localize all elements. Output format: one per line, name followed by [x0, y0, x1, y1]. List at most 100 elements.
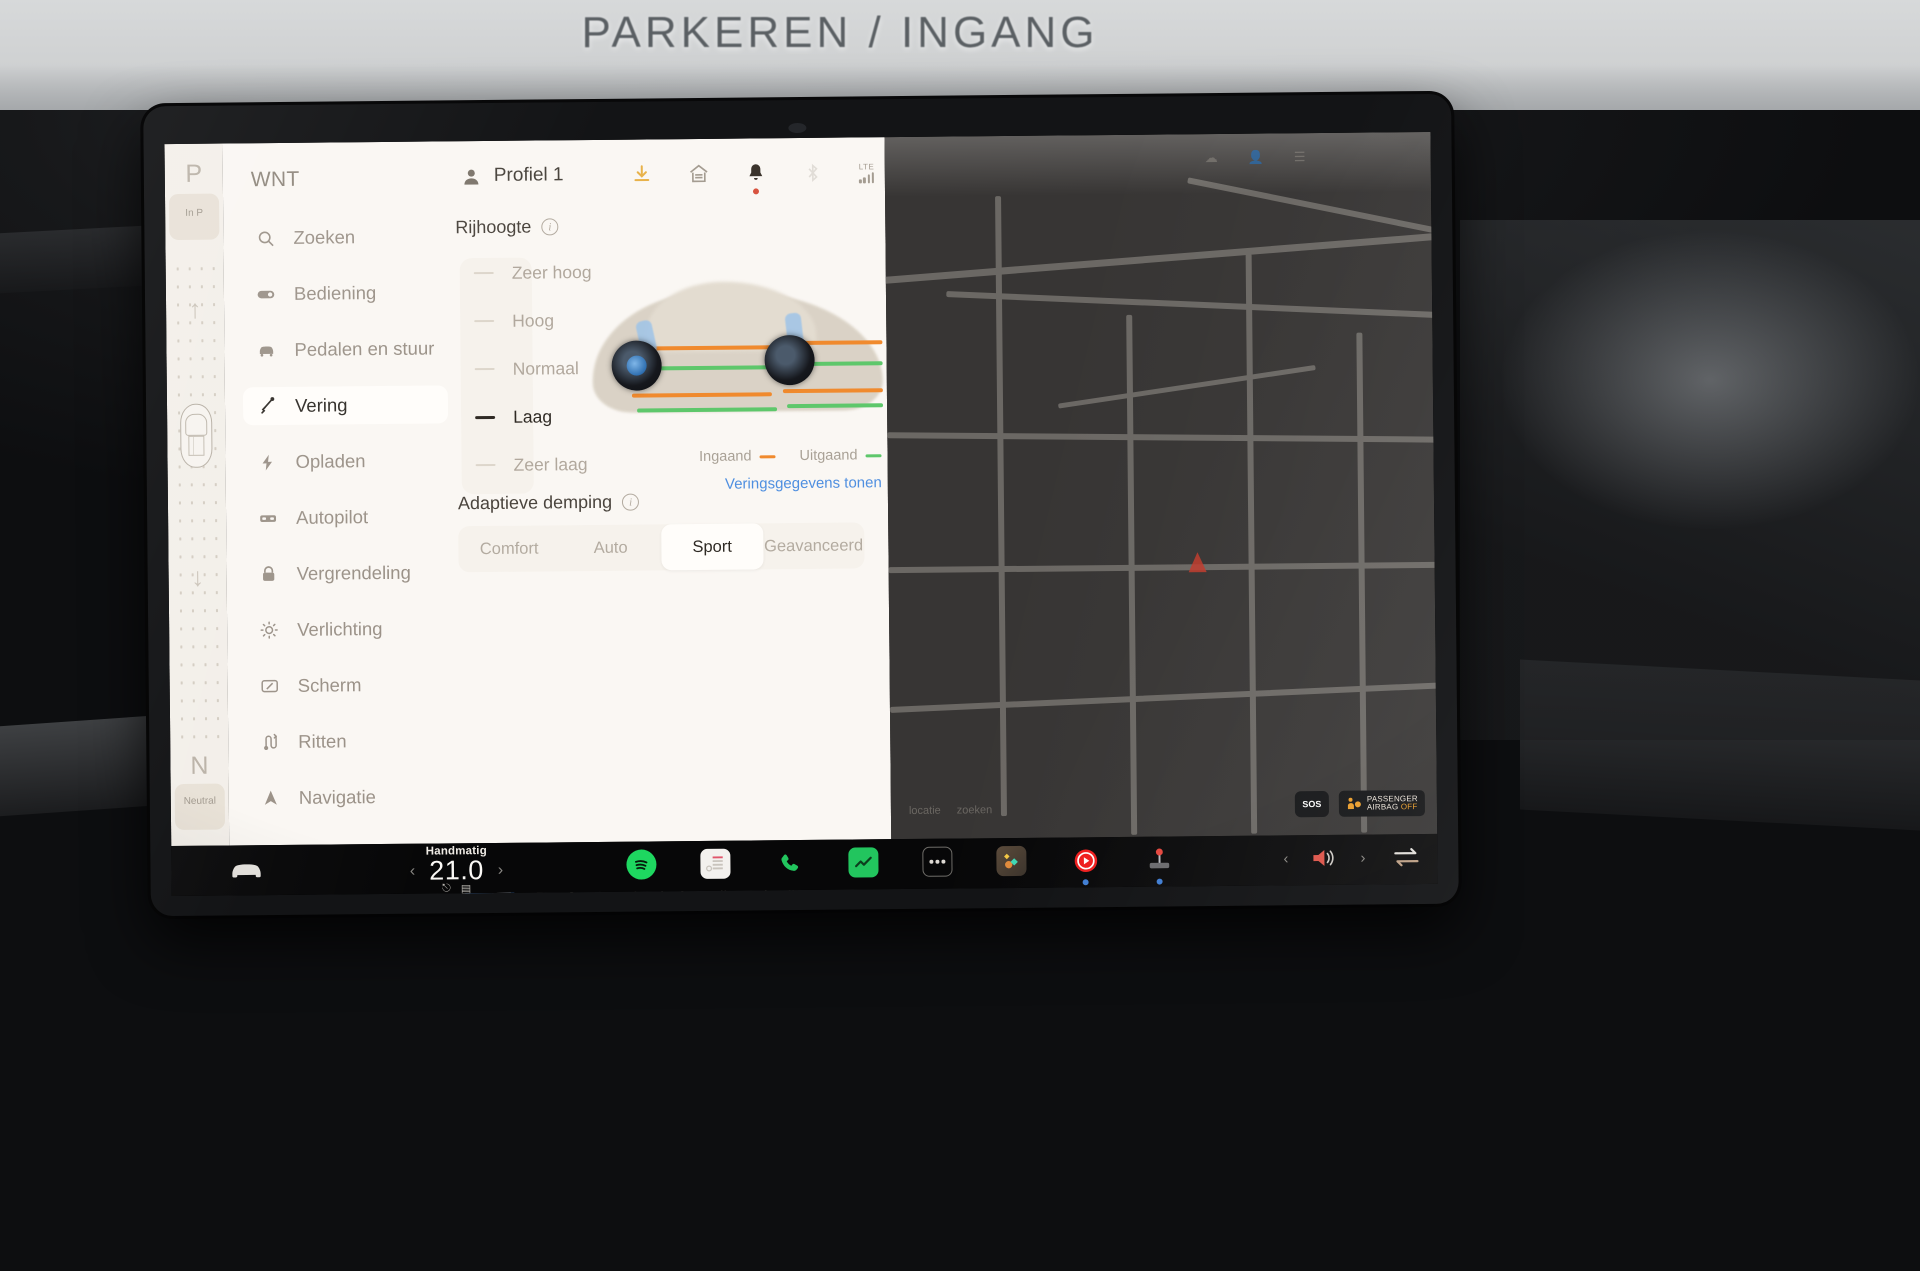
- network-type-label: LTE: [858, 161, 875, 171]
- seat-heater-icon[interactable]: ▤: [461, 882, 472, 895]
- youtube-music-app-icon[interactable]: [1070, 845, 1100, 886]
- gear-sublabel-park: In P: [185, 207, 204, 219]
- sidebar-item-autopilot[interactable]: Autopilot: [244, 497, 449, 537]
- home-icon[interactable]: [688, 163, 710, 185]
- gear-sublabel-neutral: Neutral: [183, 795, 216, 807]
- more-apps-icon[interactable]: [922, 846, 953, 877]
- speaker-icon[interactable]: [1310, 847, 1338, 869]
- tick-mark-icon: [473, 271, 494, 275]
- phone-app-icon[interactable]: [774, 848, 804, 878]
- sidebar-item-navigatie[interactable]: Navigatie: [247, 777, 452, 817]
- sos-label: SOS: [1302, 799, 1322, 810]
- damping-option-geavanceerd[interactable]: Geavanceerd: [763, 522, 865, 569]
- search-icon: [255, 228, 275, 248]
- adaptive-damping-segmented-control[interactable]: Comfort Auto Sport Geavanceerd: [458, 522, 865, 573]
- settings-sidebar[interactable]: Zoeken Bediening Pedalen en stuur Vering…: [241, 217, 452, 845]
- climate-control[interactable]: Handmatig ‹ 21.0 › ⎋ ▤: [366, 844, 546, 896]
- car-name-label: WNT: [250, 167, 300, 192]
- airbag-state: OFF: [1400, 802, 1418, 812]
- bluetooth-icon[interactable]: [802, 162, 824, 184]
- ride-height-control[interactable]: Zeer hoog Hoog Normaal Laag Zeer laag In…: [456, 242, 888, 508]
- bell-icon[interactable]: [745, 162, 767, 195]
- cellular-status: LTE: [859, 162, 875, 183]
- map-control-search[interactable]: zoeken: [957, 804, 993, 816]
- sidebar-item-vering[interactable]: Vering: [242, 385, 449, 426]
- damping-option-sport[interactable]: Sport: [661, 523, 764, 571]
- spotify-app-icon[interactable]: [626, 849, 657, 880]
- sidebar-item-label: Verlichting: [297, 618, 383, 640]
- ride-height-option-label: Normaal: [512, 357, 579, 379]
- energy-app-icon[interactable]: [848, 847, 879, 878]
- car-front-icon[interactable]: [229, 856, 263, 882]
- signal-bars-icon: [859, 171, 875, 183]
- sidebar-item-zoeken[interactable]: Zoeken: [241, 217, 446, 257]
- sidebar-item-label: Bediening: [293, 282, 377, 304]
- section-heading: Adaptieve demping: [457, 491, 613, 514]
- legend-incoming-label: Ingaand: [698, 448, 752, 465]
- joystick-app-icon[interactable]: [1144, 844, 1174, 885]
- ride-height-option-label: Hoog: [512, 309, 555, 331]
- sidebar-item-label: Opladen: [295, 450, 366, 472]
- legend-incoming: Ingaand: [699, 448, 776, 465]
- tick-mark-icon: [475, 463, 496, 467]
- volume-control[interactable]: ‹ ›: [1283, 847, 1365, 870]
- chevron-right-icon[interactable]: ›: [498, 861, 504, 879]
- map-controls[interactable]: locatie zoeken: [909, 804, 992, 817]
- chevron-left-icon[interactable]: ‹: [1283, 850, 1288, 867]
- parking-sign-text: PARKEREN / INGANG: [581, 8, 1099, 57]
- airbag-line2: AIRBAG OFF: [1366, 802, 1418, 812]
- sidebar-item-verlichting[interactable]: Verlichting: [245, 609, 450, 649]
- swap-arrows-icon[interactable]: [1391, 846, 1421, 868]
- seat-heater-icon[interactable]: ⎋: [442, 882, 451, 895]
- sidebar-item-bediening[interactable]: Bediening: [242, 273, 447, 313]
- app-active-dot: [1156, 878, 1163, 885]
- chevron-left-icon[interactable]: ‹: [410, 862, 416, 880]
- dock-right-controls[interactable]: ‹ ›: [1283, 846, 1421, 869]
- info-icon[interactable]: i: [541, 218, 559, 236]
- sidebar-item-label: Vergrendeling: [296, 561, 411, 584]
- gear-selector-dots: [171, 259, 223, 741]
- legend-outgoing: Uitgaand: [799, 447, 882, 464]
- sidebar-item-vergrendeling[interactable]: Vergrendeling: [244, 553, 449, 593]
- ride-height-section-title: Rijhoogte i: [455, 213, 885, 238]
- sidebar-item-label: Zoeken: [293, 226, 356, 248]
- sidebar-item-opladen[interactable]: Opladen: [243, 441, 448, 481]
- toybox-glyph: [706, 856, 723, 872]
- software-download-icon[interactable]: [631, 163, 653, 185]
- map-road: [1057, 364, 1316, 409]
- autopilot-icon: [258, 508, 278, 528]
- outgoing-ray: [637, 407, 778, 413]
- arrow-up-icon[interactable]: ↑: [166, 294, 224, 324]
- damping-option-comfort[interactable]: Comfort: [458, 525, 560, 572]
- chevron-right-icon[interactable]: ›: [1360, 849, 1365, 866]
- arrow-down-icon[interactable]: ↓: [169, 562, 227, 592]
- damping-option-auto[interactable]: Auto: [560, 524, 662, 571]
- navigation-arrow-icon: [261, 788, 281, 808]
- sidebar-item-scherm[interactable]: Scherm: [246, 665, 451, 705]
- vehicle-status-rail: P In P ↑ ↓ N Neutral: [164, 143, 230, 847]
- map-menu-icon: ☰: [1293, 149, 1306, 165]
- suspension-visualization: [586, 260, 888, 463]
- front-wheel: [611, 340, 662, 391]
- map-road: [946, 290, 1438, 320]
- media-app-icon[interactable]: [996, 845, 1027, 877]
- map-profile-icon: 👤: [1247, 149, 1264, 165]
- suspension-legend: Ingaand Uitgaand: [699, 447, 882, 465]
- car-top-view-icon: [180, 403, 213, 468]
- gear-indicator-park[interactable]: P: [165, 160, 223, 190]
- profile-selector[interactable]: Profiel 1: [461, 164, 564, 187]
- map-cloud-icon: ☁: [1204, 149, 1218, 166]
- sos-badge[interactable]: SOS: [1294, 790, 1330, 818]
- touchscreen-display[interactable]: P In P ↑ ↓ N Neutral WNT Profiel 1 LTE Z…: [164, 131, 1438, 897]
- gear-indicator-neutral[interactable]: N: [170, 752, 228, 782]
- info-icon[interactable]: i: [621, 493, 640, 511]
- map-view[interactable]: ☁ 👤 ☰ locatie zoeken SOS PASSENGER AIRBA…: [884, 131, 1438, 840]
- map-control-locate[interactable]: locatie: [909, 805, 941, 817]
- sidebar-item-pedalen-en-stuur[interactable]: Pedalen en stuur: [242, 329, 447, 369]
- adaptive-damping-section: Adaptieve demping i Comfort Auto Sport G…: [457, 489, 889, 897]
- sidebar-item-ritten[interactable]: Ritten: [246, 721, 451, 761]
- airbag-line2-prefix: AIRBAG: [1366, 802, 1399, 812]
- app-dock[interactable]: [626, 844, 1174, 886]
- toybox-app-icon[interactable]: [700, 848, 731, 879]
- tick-mark-icon: [474, 319, 495, 323]
